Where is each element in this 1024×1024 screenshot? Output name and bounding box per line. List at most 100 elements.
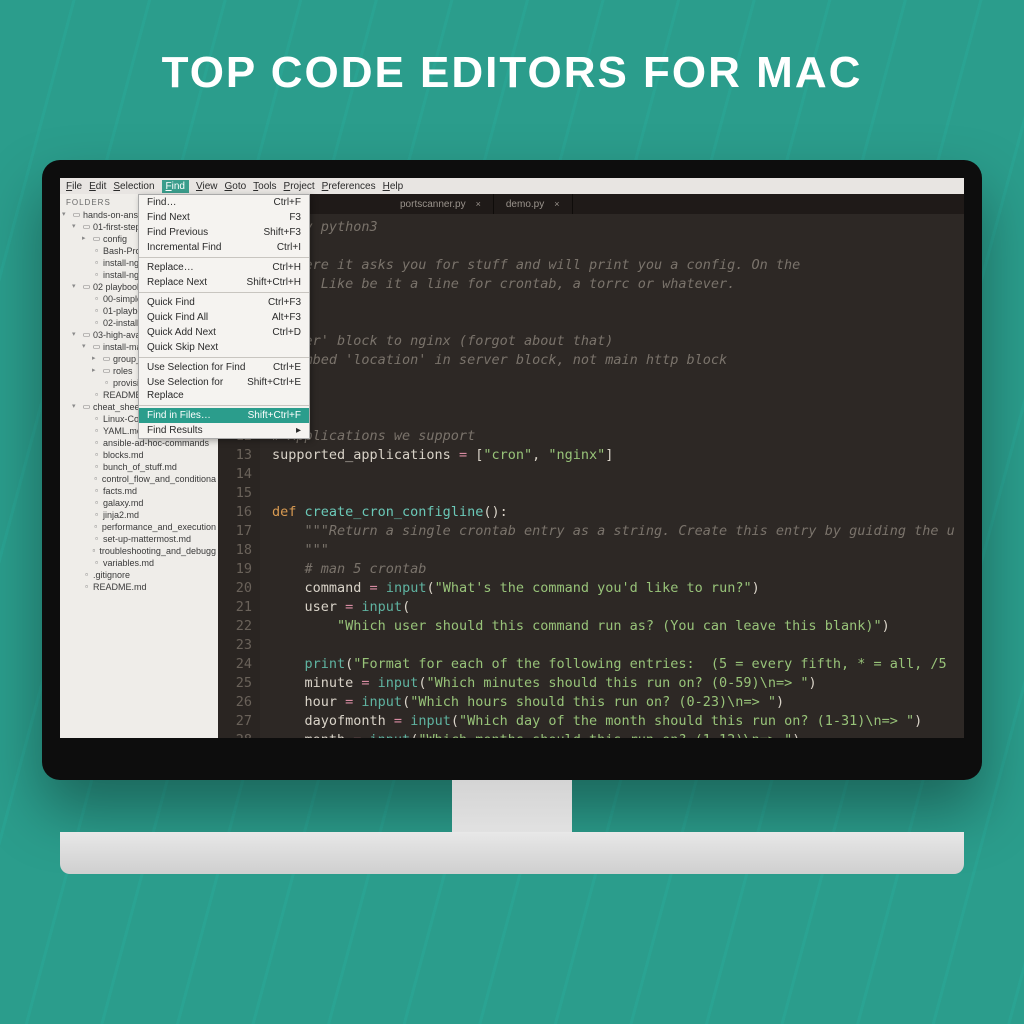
code-line[interactable]: line. Like be it a line for crontab, a t…: [272, 275, 956, 294]
file-icon: ▫: [92, 521, 100, 533]
menu-item[interactable]: Use Selection for ReplaceShift+Ctrl+E: [139, 375, 309, 403]
folder-icon: ▭: [82, 281, 91, 293]
code-line[interactable]: [272, 465, 956, 484]
file-icon: ▫: [92, 533, 101, 545]
tree-item[interactable]: ▫troubleshooting_and_debugg: [62, 545, 216, 557]
menu-item[interactable]: Replace…Ctrl+H: [139, 260, 309, 275]
code-line[interactable]: server' block to nginx (forgot about tha…: [272, 332, 956, 351]
file-icon: ▫: [92, 557, 101, 569]
code-line[interactable]: [272, 294, 956, 313]
code-line[interactable]: dayofmonth = input("Which day of the mon…: [272, 712, 956, 731]
menu-separator: [139, 405, 309, 406]
code-line[interactable]: month = input("Which months should this …: [272, 731, 956, 738]
menu-goto[interactable]: Goto: [224, 181, 246, 192]
code-line[interactable]: def create_cron_configline():: [272, 503, 956, 522]
tree-item[interactable]: ▫set-up-mattermost.md: [62, 533, 216, 545]
menu-item[interactable]: Use Selection for FindCtrl+E: [139, 360, 309, 375]
close-icon[interactable]: ×: [554, 199, 559, 209]
menu-item[interactable]: Find PreviousShift+F3: [139, 225, 309, 240]
folder-icon: ▭: [82, 401, 91, 413]
folder-icon: ▭: [92, 233, 101, 245]
code-line[interactable]: [272, 636, 956, 655]
menu-item[interactable]: Incremental FindCtrl+I: [139, 240, 309, 255]
tree-item[interactable]: ▫README.md: [62, 581, 216, 593]
tree-item[interactable]: ▫variables.md: [62, 557, 216, 569]
code-line[interactable]: # man 5 crontab: [272, 560, 956, 579]
file-icon: ▫: [92, 305, 101, 317]
menu-item[interactable]: Find in Files…Shift+Ctrl+F: [139, 408, 309, 423]
menu-view[interactable]: View: [196, 181, 218, 192]
menu-project[interactable]: Project: [284, 181, 315, 192]
code-line[interactable]: d where it asks you for stuff and will p…: [272, 256, 956, 275]
code-line[interactable]: """: [272, 541, 956, 560]
tree-item[interactable]: ▫performance_and_execution: [62, 521, 216, 533]
menu-edit[interactable]: Edit: [89, 181, 106, 192]
menu-file[interactable]: File: [66, 181, 82, 192]
tree-item[interactable]: ▫control_flow_and_conditiona: [62, 473, 216, 485]
menu-item[interactable]: Find Results: [139, 423, 309, 438]
code-line[interactable]: [272, 389, 956, 408]
close-icon[interactable]: ×: [476, 199, 481, 209]
code-area[interactable]: n/env python3 d where it asks you for st…: [260, 214, 964, 738]
tree-item-label: config: [103, 233, 127, 245]
menu-find[interactable]: Find: [162, 180, 189, 193]
code-line[interactable]: "Which user should this command run as? …: [272, 617, 956, 636]
tree-item[interactable]: ▫jinja2.md: [62, 509, 216, 521]
code-line[interactable]: """Return a single crontab entry as a st…: [272, 522, 956, 541]
code-line[interactable]: [272, 484, 956, 503]
menu-item[interactable]: Quick Find AllAlt+F3: [139, 310, 309, 325]
menu-item[interactable]: Replace NextShift+Ctrl+H: [139, 275, 309, 290]
tree-item-label: blocks.md: [103, 449, 144, 461]
code-line[interactable]: # Applications we support: [272, 427, 956, 446]
tree-item[interactable]: ▫facts.md: [62, 485, 216, 497]
menu-selection[interactable]: Selection: [113, 181, 154, 192]
menu-item[interactable]: Quick Skip Next: [139, 340, 309, 355]
menu-item-shortcut: Shift+Ctrl+H: [247, 276, 301, 289]
code-line[interactable]: [272, 408, 956, 427]
code-line[interactable]: user = input(: [272, 598, 956, 617]
code-line[interactable]: n/env python3: [272, 218, 956, 237]
code-line[interactable]: supported_applications = ["cron", "nginx…: [272, 446, 956, 465]
code-line[interactable]: hour = input("Which hours should this ru…: [272, 693, 956, 712]
menu-item-shortcut: F3: [289, 211, 301, 224]
file-icon: ▫: [92, 461, 101, 473]
line-number: 26: [218, 693, 252, 712]
menu-item[interactable]: Quick FindCtrl+F3: [139, 295, 309, 310]
monitor-frame: File Edit Selection Find View Goto Tools Projec…: [42, 160, 982, 874]
menu-item-shortcut: Ctrl+F3: [268, 296, 301, 309]
menu-help[interactable]: Help: [383, 181, 404, 192]
menu-item[interactable]: Quick Add NextCtrl+D: [139, 325, 309, 340]
code-line[interactable]: [272, 313, 956, 332]
tree-item-label: performance_and_execution: [102, 521, 216, 533]
tab[interactable]: demo.py×: [494, 194, 573, 214]
find-menu-dropdown[interactable]: Find…Ctrl+FFind NextF3Find PreviousShift…: [138, 194, 310, 439]
code-line[interactable]: [272, 237, 956, 256]
line-number: 20: [218, 579, 252, 598]
menu-item[interactable]: Find…Ctrl+F: [139, 195, 309, 210]
file-icon: ▫: [92, 269, 101, 281]
tree-item[interactable]: ▫.gitignore: [62, 569, 216, 581]
menu-item-shortcut: Ctrl+H: [272, 261, 301, 274]
file-icon: ▫: [91, 473, 99, 485]
menu-item[interactable]: Find NextF3: [139, 210, 309, 225]
menu-preferences[interactable]: Preferences: [322, 181, 376, 192]
menu-tools[interactable]: Tools: [253, 181, 276, 192]
monitor-bezel: File Edit Selection Find View Goto Tools Projec…: [42, 160, 982, 780]
code-line[interactable]: print("Format for each of the following …: [272, 655, 956, 674]
file-icon: ▫: [92, 449, 101, 461]
code-line[interactable]: [272, 370, 956, 389]
menu-item-label: Use Selection for Find: [147, 361, 245, 374]
tree-item[interactable]: ▫galaxy.md: [62, 497, 216, 509]
tree-item[interactable]: ▫bunch_of_stuff.md: [62, 461, 216, 473]
tree-item-label: jinja2.md: [103, 509, 139, 521]
code-line[interactable]: minute = input("Which minutes should thi…: [272, 674, 956, 693]
file-icon: ▫: [92, 413, 101, 425]
code-line[interactable]: embed 'location' in server block, not ma…: [272, 351, 956, 370]
menu-item-label: Quick Skip Next: [147, 341, 218, 354]
menu-separator: [139, 292, 309, 293]
folder-icon: ▭: [102, 353, 111, 365]
code-editor[interactable]: 1234567891011121314151617181920212223242…: [218, 214, 964, 738]
code-line[interactable]: command = input("What's the command you'…: [272, 579, 956, 598]
tree-item[interactable]: ▫blocks.md: [62, 449, 216, 461]
tab[interactable]: portscanner.py×: [388, 194, 494, 214]
